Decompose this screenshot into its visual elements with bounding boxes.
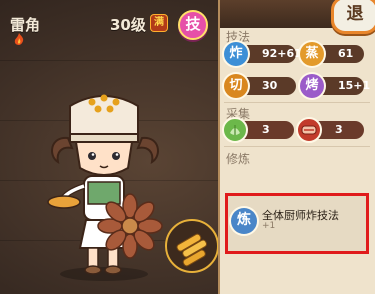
- vegetable-icon: [222, 117, 248, 143]
- skill-roast-value: 15+1: [338, 79, 371, 92]
- fry-icon: 炸: [224, 42, 248, 66]
- training-icon: 炼: [231, 208, 257, 234]
- skill-cut-value: 30: [262, 79, 278, 92]
- chef-level: 30级: [110, 16, 146, 34]
- chef-character: [47, 94, 219, 281]
- training-title: 修炼: [226, 152, 251, 166]
- gather-meat-value: 3: [335, 123, 343, 136]
- divider: [224, 146, 370, 147]
- skill-button[interactable]: 技: [178, 10, 208, 40]
- chef-name: 雷角: [10, 16, 41, 34]
- back-button[interactable]: 退: [331, 0, 375, 34]
- roast-icon: 烤: [300, 74, 324, 98]
- skill-fry-value: 92+61: [262, 47, 302, 60]
- divider: [224, 102, 370, 103]
- skill-steam-value: 61: [338, 47, 354, 60]
- training-effect-bonus: +1: [262, 221, 276, 231]
- steam-icon: 蒸: [300, 42, 324, 66]
- game-screen: 雷角 30级 满 技 退 技法 92+61 炸 61 蒸 30 切 15+1 烤…: [0, 0, 375, 294]
- fire-icon: [14, 33, 24, 45]
- floor-line: [0, 60, 218, 61]
- cut-icon: 切: [224, 74, 248, 98]
- gather-vegetable-value: 3: [262, 123, 270, 136]
- max-level-badge: 满: [151, 15, 167, 31]
- meat-icon: [296, 117, 322, 143]
